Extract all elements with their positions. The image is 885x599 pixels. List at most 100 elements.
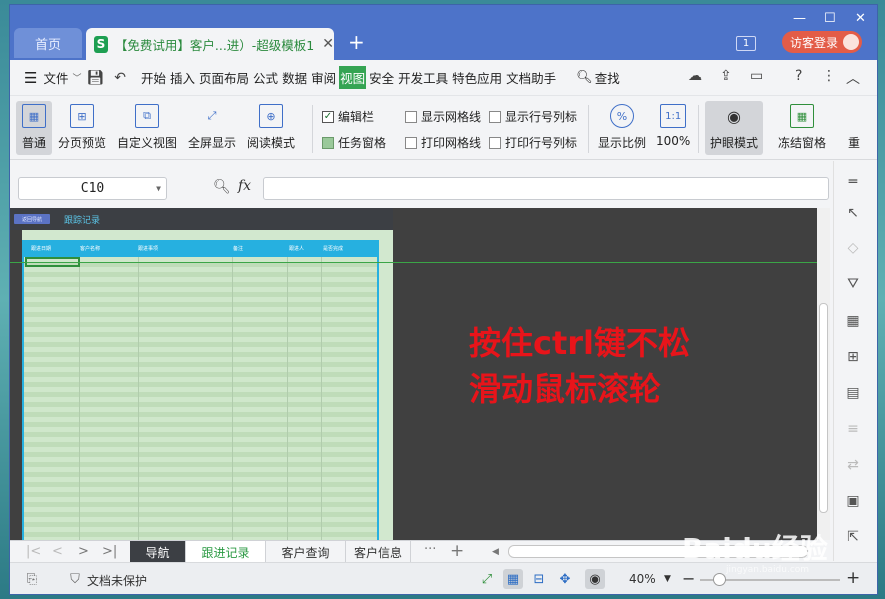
collapse-ribbon-icon[interactable]: ︿ [846, 68, 860, 88]
freeze-panes-button[interactable]: ▦ 冻结窗格 [778, 101, 826, 151]
menu-tab-security[interactable]: 安全 [368, 66, 395, 89]
table-rows[interactable] [22, 257, 379, 540]
zoom-in-icon[interactable]: + [846, 568, 860, 588]
menu-tab-view[interactable]: 视图 [339, 66, 367, 89]
spreadsheet-icon: S [94, 35, 108, 53]
reading-mode-button[interactable]: ⊕ 阅读模式 [247, 101, 295, 151]
transfer-icon[interactable]: ⇄ [844, 456, 862, 474]
zoom-100-button[interactable]: 1:1 100% [656, 101, 690, 148]
maximize-icon[interactable]: ☐ [824, 11, 836, 26]
visitor-login-button[interactable]: 访客登录 [782, 31, 862, 53]
reading-view-icon[interactable]: ✥ [555, 569, 575, 589]
table-header: 跟进日期 客户名称 跟进事项 备注 跟进人 是否完成 [22, 240, 379, 257]
scroll-thumb[interactable] [819, 303, 828, 513]
task-pane-checkbox[interactable]: 任务窗格 [322, 134, 386, 151]
full-screen-button[interactable]: ⤢ 全屏显示 [188, 101, 236, 151]
first-sheet-icon[interactable]: |< [26, 544, 41, 559]
filter-icon[interactable]: ≡ [844, 420, 862, 438]
add-sheet-icon[interactable]: + [450, 541, 464, 561]
cloud-icon[interactable]: ☁︎ [688, 68, 702, 84]
tab-home[interactable]: 首页 [14, 28, 82, 58]
page-break-view-icon[interactable]: ⊟ [529, 569, 549, 589]
checkbox-partial-icon [322, 136, 334, 149]
help-icon[interactable]: ? [795, 68, 802, 84]
export-icon[interactable]: ⇱ [844, 528, 862, 546]
freeze-line [10, 262, 817, 263]
style-icon[interactable]: ⛛ [844, 275, 862, 293]
sheet-title-strip: 返回导航 跟踪记录 [10, 208, 393, 230]
sheet-tab-customer-info[interactable]: 客户信息 [346, 541, 411, 563]
menu-tab-assistant[interactable]: 文档助手 [505, 66, 557, 89]
new-tab-button[interactable]: + [348, 32, 365, 52]
menu-tab-review[interactable]: 审阅 [310, 66, 337, 89]
reading-mode-icon: ⊕ [259, 104, 283, 128]
shield-icon: ⛉ [70, 571, 80, 587]
show-gridlines-checkbox[interactable]: 显示网格线 [405, 108, 481, 125]
minimize-icon[interactable]: — [793, 11, 806, 26]
last-sheet-icon[interactable]: >| [102, 544, 117, 559]
menu-tab-developer[interactable]: 开发工具 [397, 66, 449, 89]
edit-bar-checkbox[interactable]: ✓ 编辑栏 [322, 108, 374, 125]
normal-view-label: 普通 [21, 136, 46, 150]
sheet-tab-nav[interactable]: 导航 [130, 541, 186, 563]
print-rowcol-checkbox[interactable]: 打印行号列标 [489, 134, 577, 151]
next-sheet-icon[interactable]: > [78, 544, 89, 559]
macro-icon[interactable]: ⎘ [22, 569, 42, 589]
zoom-out-icon[interactable]: − [682, 569, 695, 588]
search-icon[interactable]: 🔍︎ [576, 70, 593, 85]
show-rowcol-checkbox[interactable]: 显示行号列标 [489, 108, 577, 125]
more-sheets-icon[interactable]: ··· [424, 542, 436, 557]
function-icon[interactable]: fx [238, 178, 251, 194]
eye-care-icon[interactable]: ◉ [585, 569, 605, 589]
file-menu[interactable]: ☰ 文件 ﹀ [24, 68, 81, 87]
menu-tab-data[interactable]: 数据 [281, 66, 308, 89]
chart-icon[interactable]: ▤ [844, 384, 862, 402]
window-count-badge[interactable]: 1 [736, 36, 756, 51]
zoom-search-icon[interactable]: 🔍︎ [213, 179, 231, 195]
menu-tab-page-layout[interactable]: 页面布局 [198, 66, 250, 89]
custom-view-button[interactable]: ⧉ 自定义视图 [117, 101, 177, 151]
protection-status[interactable]: 文档未保护 [87, 572, 147, 589]
formula-input[interactable] [263, 177, 829, 200]
chevron-down-icon[interactable]: ▼ [664, 574, 671, 584]
back-to-nav-button[interactable]: 返回导航 [14, 214, 50, 224]
apps-icon[interactable]: ⊞ [844, 348, 862, 366]
pointer-icon[interactable]: ↖ [844, 204, 862, 222]
page-preview-button[interactable]: ⊞ 分页预览 [58, 101, 106, 151]
print-gridlines-checkbox[interactable]: 打印网格线 [405, 134, 481, 151]
normal-view-icon[interactable]: ▦ [503, 569, 523, 589]
zoom-level[interactable]: 40% [629, 572, 656, 586]
menu-tab-start[interactable]: 开始 [140, 66, 167, 89]
avatar [843, 34, 859, 50]
more-ribbon-button[interactable]: 重 [848, 101, 860, 151]
checkbox-unchecked-icon [405, 136, 417, 149]
sheet-tab-customer-query[interactable]: 客户查询 [266, 541, 346, 563]
table-icon[interactable]: ▦ [844, 312, 862, 330]
name-box[interactable]: C10 ▼ [18, 177, 167, 200]
shapes-icon[interactable]: ◇ [844, 239, 862, 257]
eye-mode-button[interactable]: ◉ 护眼模式 [705, 101, 763, 155]
sheet-tab-tracking[interactable]: 跟进记录 [186, 541, 266, 563]
comment-icon[interactable]: ▭ [750, 68, 763, 84]
scroll-left-icon[interactable]: ◀ [492, 547, 499, 557]
undo-icon[interactable]: ↶ [114, 70, 126, 86]
share-icon[interactable]: ⇪ [720, 68, 732, 84]
image-icon[interactable]: ▣ [844, 492, 862, 510]
menu-tab-formula[interactable]: 公式 [252, 66, 279, 89]
display-ratio-button[interactable]: % 显示比例 [598, 101, 646, 151]
menu-tab-special[interactable]: 特色应用 [451, 66, 503, 89]
zoom-slider-knob[interactable] [713, 573, 726, 586]
menu-tab-insert[interactable]: 插入 [169, 66, 196, 89]
close-window-icon[interactable]: ✕ [855, 11, 866, 26]
fit-screen-icon[interactable]: ⤢ [477, 569, 497, 589]
save-icon[interactable]: 💾︎ [86, 70, 104, 86]
search-label[interactable]: 查找 [594, 66, 621, 89]
full-screen-label: 全屏显示 [188, 136, 237, 150]
prev-sheet-icon[interactable]: < [52, 544, 63, 559]
normal-view-button[interactable]: ▦ 普通 [16, 101, 52, 155]
more-icon[interactable]: ⋮ [822, 68, 836, 84]
tab-document[interactable]: S 【免费试用】客户...进）-超级模板1 ✕ [86, 28, 334, 60]
sheet-canvas[interactable]: 返回导航 跟踪记录 跟进日期 客户名称 跟进事项 备注 跟进人 是否完成 按住c… [10, 208, 817, 540]
close-tab-icon[interactable]: ✕ [322, 36, 334, 52]
vertical-scrollbar[interactable] [817, 208, 830, 540]
